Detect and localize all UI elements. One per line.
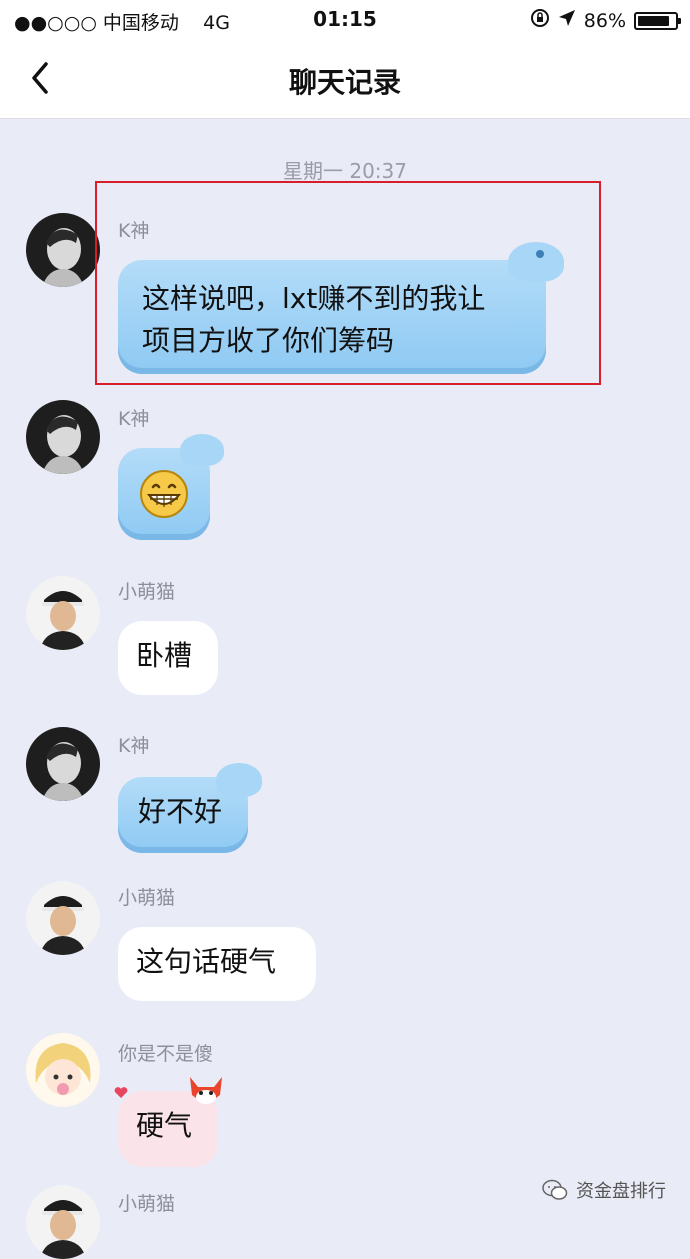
- status-bar: ●●○○○ 中国移动 4G 01:15 86%: [0, 0, 690, 40]
- avatar[interactable]: [26, 576, 100, 650]
- avatar-cartoon-girl-icon: [26, 1033, 100, 1107]
- nav-bar: 聊天记录: [0, 40, 690, 119]
- sender-name: 小萌猫: [118, 887, 176, 909]
- chat-timestamp: 星期一 20:37: [283, 159, 407, 183]
- sender-name: 小萌猫: [118, 581, 176, 603]
- avatar-xiaomengmao-icon: [26, 881, 100, 955]
- battery-icon: [634, 11, 681, 30]
- chat-message: K神 好不好: [0, 727, 690, 857]
- battery-percent: 86%: [583, 9, 626, 32]
- status-indicators: 86%: [530, 8, 681, 33]
- avatar[interactable]: [26, 400, 100, 474]
- avatar-k-shen-icon: [26, 213, 100, 287]
- avatar[interactable]: [26, 1185, 100, 1259]
- sender-name: K神: [118, 735, 150, 757]
- message-bubble[interactable]: [118, 434, 224, 540]
- chat-message: 你是不是傻 硬气: [0, 1033, 690, 1183]
- avatar-xiaomengmao-icon: [26, 1185, 100, 1259]
- grinning-face-icon: [140, 470, 188, 518]
- location-arrow-icon: [558, 9, 576, 32]
- wechat-icon: [542, 1179, 568, 1200]
- avatar[interactable]: [26, 727, 100, 801]
- heart-icon: [114, 1087, 128, 1098]
- avatar[interactable]: [26, 881, 100, 955]
- avatar-k-shen-icon: [26, 727, 100, 801]
- avatar-k-shen-icon: [26, 400, 100, 474]
- chat-message: 小萌猫 卧槽: [0, 573, 690, 703]
- avatar-xiaomengmao-icon: [26, 576, 100, 650]
- bubble-decoration: [180, 434, 224, 466]
- message-text: 硬气: [136, 1109, 193, 1142]
- fox-sticker-icon: [190, 1077, 222, 1104]
- message-text: 卧槽: [136, 639, 193, 672]
- avatar[interactable]: [26, 1033, 100, 1107]
- watermark: 资金盘排行: [542, 1177, 666, 1203]
- message-bubble[interactable]: 卧槽: [118, 621, 218, 695]
- message-bubble[interactable]: 这句话硬气: [118, 927, 316, 1001]
- message-text: 这句话硬气: [136, 945, 277, 978]
- avatar[interactable]: [26, 213, 100, 287]
- page-title: 聊天记录: [288, 66, 401, 99]
- rotation-lock-icon: [530, 8, 550, 33]
- message-bubble[interactable]: 硬气: [114, 1077, 222, 1167]
- highlight-box: [95, 181, 601, 385]
- battery-fill: [638, 15, 669, 26]
- chat-history[interactable]: 星期一 20:37 K神 这样说吧，lxt赚不到的我让 项目方收了你们筹码 K神…: [0, 119, 690, 1259]
- sender-name: 你是不是傻: [118, 1043, 214, 1065]
- bubble-decoration: [216, 763, 262, 797]
- sender-name: K神: [118, 408, 150, 430]
- watermark-text: 资金盘排行: [576, 1181, 666, 1202]
- battery-tip: [678, 17, 681, 24]
- message-text: 好不好: [138, 795, 223, 828]
- chat-message: K神: [0, 400, 690, 550]
- chat-message: 小萌猫 这句话硬气: [0, 879, 690, 1009]
- sender-name: 小萌猫: [118, 1193, 176, 1215]
- message-bubble[interactable]: 好不好: [118, 763, 262, 853]
